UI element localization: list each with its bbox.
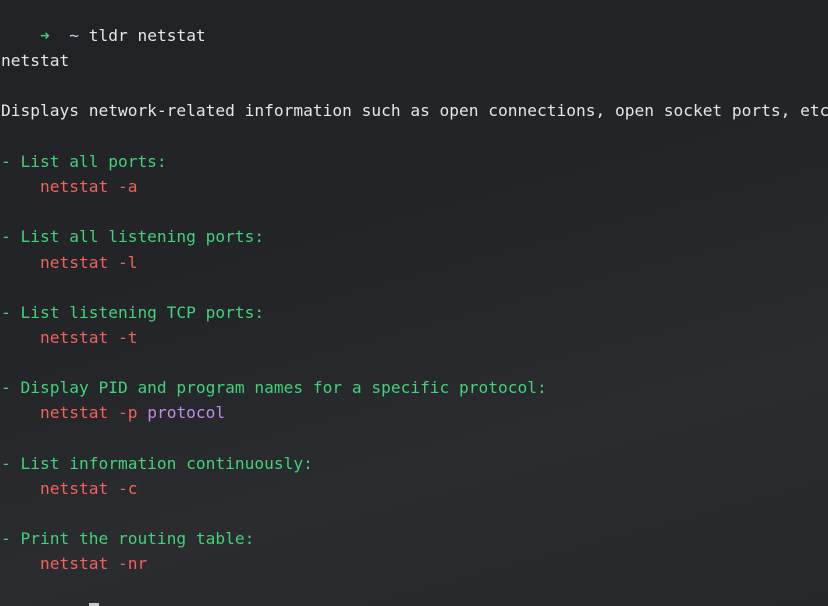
example-command: netstat -a [1,175,137,199]
example-command: netstat -c [1,477,137,501]
example-description: - List information continuously: [1,454,313,473]
example-command-text: netstat -p [39,403,138,422]
example-command: netstat -l [1,251,137,275]
example-description: - List all ports: [1,152,167,171]
example-command-text: netstat -a [39,177,138,196]
example-description: - List listening TCP ports: [1,303,265,322]
example-command-text: netstat -l [39,253,138,272]
prompt-directory: ~ [69,26,79,45]
example-command: netstat -t [1,326,137,350]
page-description: Displays network-related information suc… [1,101,828,120]
example-command-text: netstat -t [39,328,138,347]
example-command: netstat -nr [1,552,147,576]
prompt-line[interactable]: ➜ ~ [1,578,99,606]
page-title: netstat [1,51,70,70]
example-description: - Print the routing table: [1,529,255,548]
example-description: - List all listening ports: [1,227,265,246]
example-command: netstat -p protocol [1,401,225,425]
command-line: ➜ ~ tldr netstat [1,0,206,45]
entered-command: tldr netstat [88,26,206,45]
prompt-arrow-icon: ➜ [39,26,50,45]
example-command-parameter: protocol [147,403,226,422]
example-command-text: netstat -nr [39,554,148,573]
example-description: - Display PID and program names for a sp… [1,378,547,397]
terminal-window[interactable]: ➜ ~ tldr netstat netstat Displays networ… [0,0,828,606]
example-command-text: netstat -c [39,479,138,498]
